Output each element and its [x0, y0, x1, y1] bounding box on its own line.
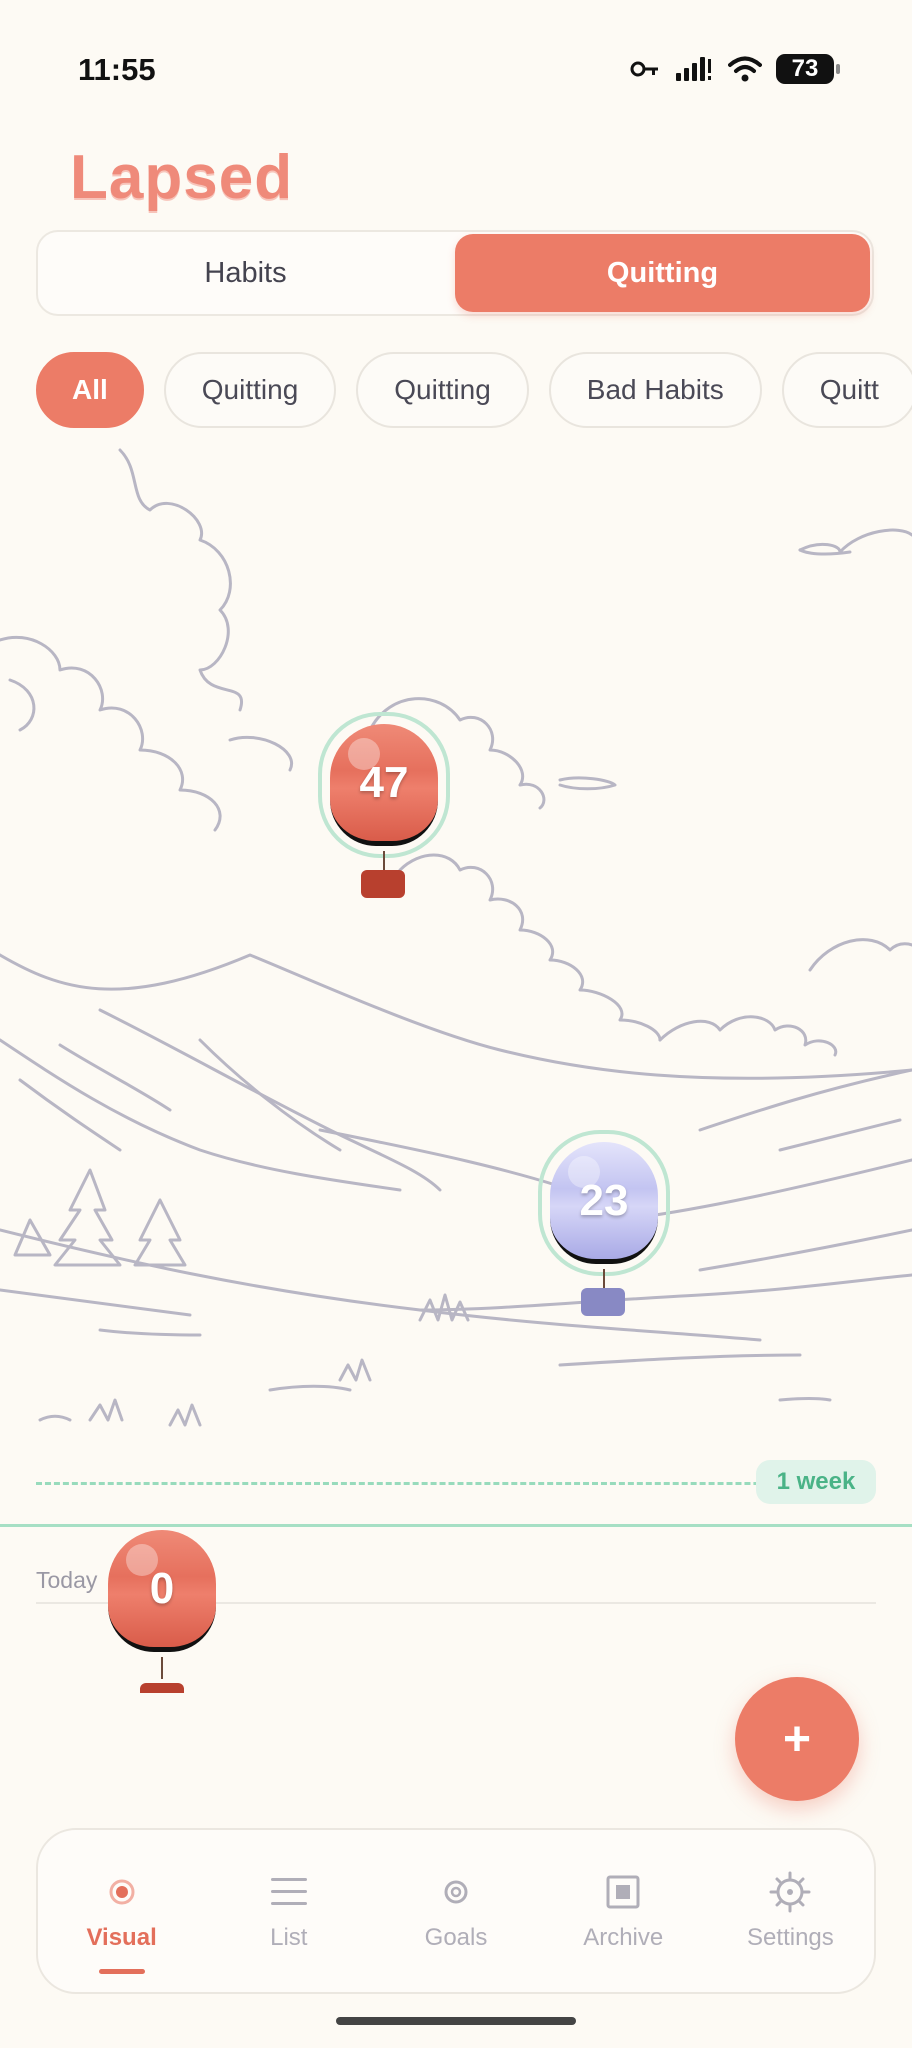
category-filter-chips: All Quitting Quitting Bad Habits Quitt — [36, 352, 912, 428]
home-indicator — [336, 2017, 576, 2025]
tab-settings[interactable]: Settings — [707, 1830, 874, 1992]
tab-visual[interactable]: Visual — [38, 1830, 205, 1992]
app-title: Lapsed — [70, 143, 294, 212]
one-week-marker-line — [36, 1482, 876, 1485]
settings-gear-icon — [769, 1870, 811, 1914]
balloon-basket — [581, 1288, 625, 1316]
filter-chip-quitting-1[interactable]: Quitting — [163, 352, 337, 428]
balloon-basket — [140, 1683, 184, 1693]
vpn-key-icon — [630, 61, 658, 77]
balloon-envelope: 0 — [108, 1530, 216, 1652]
habit-balloon[interactable]: 0 — [108, 1530, 216, 1693]
status-bar: 11:55 73 — [0, 0, 912, 150]
filter-chip-quitting-2[interactable]: Quitting — [356, 352, 529, 428]
filter-chip-all[interactable]: All — [36, 352, 144, 428]
cellular-signal-icon — [676, 57, 711, 81]
tab-label: Archive — [583, 1924, 664, 1951]
battery-level: 73 — [791, 55, 819, 82]
balloon-rope — [161, 1657, 163, 1679]
segment-habits[interactable]: Habits — [38, 232, 453, 314]
visual-scene: 47 23 — [0, 430, 912, 1560]
tab-archive[interactable]: Archive — [540, 1830, 707, 1992]
habit-balloon[interactable]: 23 — [538, 1130, 670, 1320]
balloon-envelope: 23 — [550, 1142, 658, 1264]
battery-indicator: 73 — [776, 54, 840, 84]
landscape-illustration — [0, 448, 912, 1427]
filter-chip-quitting-3[interactable]: Quitt — [781, 352, 912, 428]
tab-label: Visual — [86, 1924, 157, 1951]
one-week-badge: 1 week — [756, 1460, 876, 1504]
balloon-day-count: 23 — [579, 1175, 629, 1225]
wifi-icon — [728, 56, 762, 82]
status-icons: 73 — [630, 54, 840, 84]
tab-label: Settings — [747, 1924, 834, 1951]
plus-icon: + — [782, 1712, 812, 1766]
archive-box-icon — [606, 1870, 640, 1914]
tab-label: List — [270, 1924, 308, 1951]
segment-quitting[interactable]: Quitting — [455, 234, 870, 312]
list-icon — [269, 1870, 309, 1914]
status-time: 11:55 — [78, 52, 156, 87]
tab-list[interactable]: List — [205, 1830, 372, 1992]
goals-target-icon — [442, 1870, 470, 1914]
tab-goals[interactable]: Goals — [372, 1830, 539, 1992]
visual-dot-icon — [108, 1870, 136, 1914]
balloon-envelope: 47 — [330, 724, 438, 846]
habit-balloon[interactable]: 47 — [318, 712, 450, 902]
balloon-day-count: 0 — [149, 1563, 175, 1613]
filter-chip-bad-habits[interactable]: Bad Habits — [548, 352, 762, 428]
timeline-divider — [0, 1524, 912, 1527]
tab-label: Goals — [424, 1924, 488, 1951]
mode-segmented-control: Habits Quitting — [36, 230, 874, 316]
balloon-basket — [361, 870, 405, 898]
add-habit-button[interactable]: + — [735, 1677, 859, 1801]
today-label: Today — [36, 1567, 98, 1593]
bottom-tab-bar: Visual List Goals Archive Settings — [36, 1828, 876, 1994]
balloon-day-count: 47 — [359, 757, 409, 807]
